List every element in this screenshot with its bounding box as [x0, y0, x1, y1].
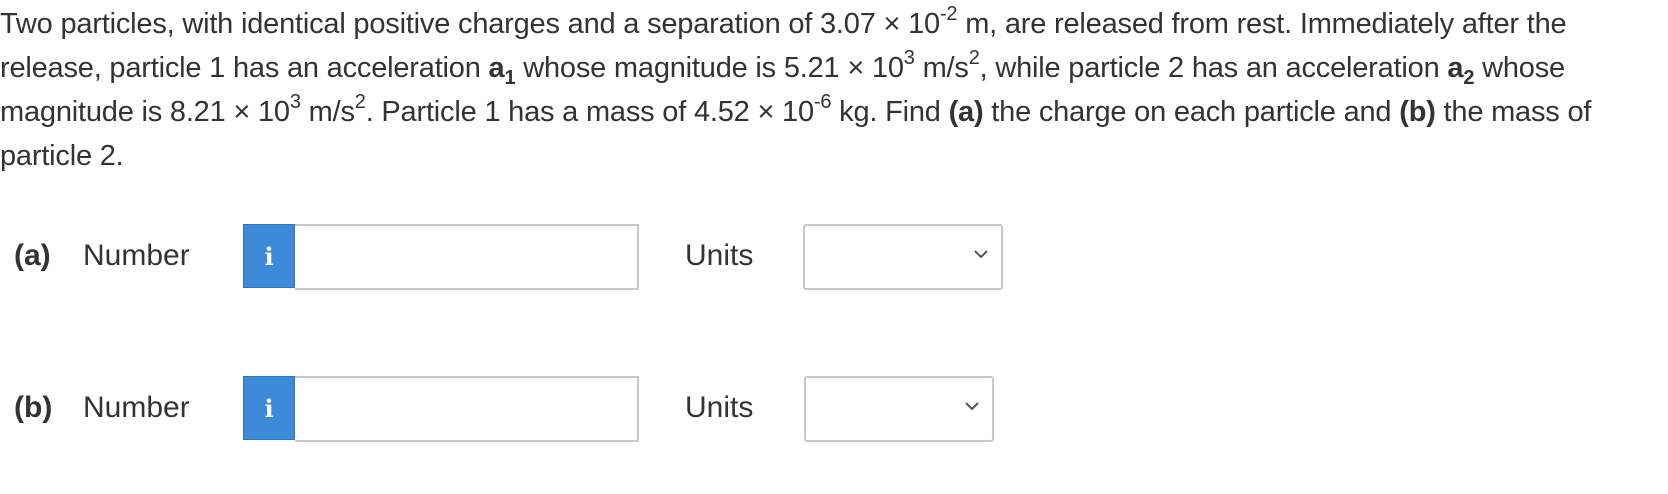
problem-statement: Two particles, with identical positive c…: [0, 3, 1592, 172]
answer-row-a: (a) Number i Units: [0, 224, 1100, 290]
vector-a2: a2: [1447, 52, 1475, 89]
part-label-b: (b): [14, 391, 53, 424]
info-icon[interactable]: i: [243, 376, 295, 440]
units-label-b: Units: [685, 391, 754, 424]
part-label-a: (a): [14, 239, 51, 272]
chevron-down-icon: [974, 250, 988, 259]
answer-row-b: (b) Number i Units: [0, 376, 1100, 442]
vector-a1: a1: [488, 52, 516, 89]
number-input-a[interactable]: [295, 224, 639, 290]
chevron-down-icon: [965, 402, 979, 411]
units-select-b[interactable]: [804, 376, 994, 442]
units-label-a: Units: [685, 239, 754, 272]
units-select-a[interactable]: [803, 224, 1003, 290]
number-label-a: Number: [83, 239, 190, 272]
info-icon[interactable]: i: [243, 224, 295, 288]
number-label-b: Number: [83, 391, 190, 424]
number-input-b[interactable]: [295, 376, 639, 442]
